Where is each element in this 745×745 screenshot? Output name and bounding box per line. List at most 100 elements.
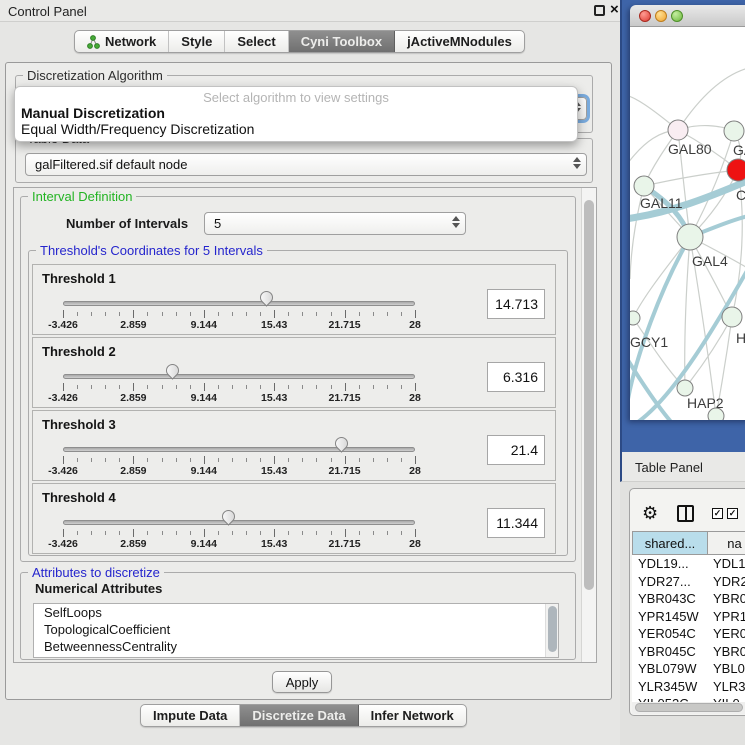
threshold-value-field[interactable]: 21.4: [487, 435, 545, 465]
tab-cyni-toolbox[interactable]: Cyni Toolbox: [289, 31, 395, 52]
slider-track[interactable]: [63, 374, 415, 379]
tick-mark: [162, 531, 163, 535]
checkbox-checked-icon[interactable]: ✓: [727, 508, 738, 519]
table-column-header[interactable]: shared...: [632, 531, 708, 555]
settings-scrollbar[interactable]: [581, 188, 596, 662]
scale-label: 15.43: [261, 319, 287, 331]
slider-track[interactable]: [63, 447, 415, 452]
node-red-selected[interactable]: [727, 159, 745, 181]
tick-mark: [316, 312, 317, 316]
tab-impute-data[interactable]: Impute Data: [141, 705, 240, 726]
apply-button-label: Apply: [286, 675, 319, 690]
tick-mark: [218, 312, 219, 316]
threshold-label: Threshold 3: [42, 417, 116, 432]
numerical-attributes-list[interactable]: SelfLoopsTopologicalCoefficientBetweenne…: [33, 603, 559, 658]
num-intervals-label: Number of Intervals: [66, 216, 188, 231]
slider-scale: -3.4262.8599.14415.4321.71528: [63, 465, 415, 477]
table-row[interactable]: YPR145WYPR1: [632, 608, 745, 626]
node-h[interactable]: [722, 307, 742, 327]
table-row[interactable]: YBL079WYBL0: [632, 660, 745, 678]
table-row[interactable]: YDL19...YDL1: [632, 555, 745, 573]
slider-scale: -3.4262.8599.14415.4321.71528: [63, 392, 415, 404]
network-canvas[interactable]: GAL80GACGAL11GAL4GCY1HHAP2: [630, 27, 745, 420]
num-intervals-combo[interactable]: 5: [204, 212, 466, 235]
checkbox-checked-icon[interactable]: ✓: [712, 508, 723, 519]
tab-discretize-data[interactable]: Discretize Data: [240, 705, 358, 726]
tick-mark: [119, 385, 120, 389]
threshold-value-field[interactable]: 14.713: [487, 289, 545, 319]
tick-mark: [415, 310, 416, 318]
tick-mark: [147, 385, 148, 389]
float-window-icon[interactable]: [594, 5, 605, 16]
table-row[interactable]: YDR27...YDR2: [632, 573, 745, 591]
tick-mark: [373, 458, 374, 462]
tick-mark: [91, 531, 92, 535]
tick-mark: [316, 385, 317, 389]
node-gcy1[interactable]: [630, 311, 640, 325]
threshold-value-field[interactable]: 6.316: [487, 362, 545, 392]
zoom-traffic-light-icon[interactable]: [671, 10, 683, 22]
scale-label: 2.859: [120, 392, 146, 404]
node-gal80[interactable]: [668, 120, 688, 140]
split-columns-icon[interactable]: [677, 505, 694, 522]
attributes-scrollbar[interactable]: [545, 604, 558, 657]
table-cell: YBR043C: [632, 590, 708, 608]
apply-button[interactable]: Apply: [272, 671, 332, 693]
table-panel-window: ⚙ ✓ ✓ shared...na YDL19...YDL1YDR27...YD…: [629, 488, 745, 716]
tick-mark: [232, 531, 233, 535]
slider-track[interactable]: [63, 301, 415, 306]
node-gal4[interactable]: [677, 224, 703, 250]
table-horizontal-scrollbar[interactable]: [632, 702, 745, 714]
threshold-value-field[interactable]: 11.344: [487, 508, 545, 538]
tick-mark: [401, 312, 402, 316]
node-gal11[interactable]: [634, 176, 654, 196]
table-cell: YBL079W: [632, 660, 708, 678]
table-row[interactable]: YBR045CYBR0: [632, 643, 745, 661]
tick-mark: [246, 531, 247, 535]
tick-mark: [401, 385, 402, 389]
slider-track[interactable]: [63, 520, 415, 525]
tab-infer-network[interactable]: Infer Network: [359, 705, 466, 726]
dropdown-option[interactable]: Equal Width/Frequency Discretization: [15, 121, 577, 137]
table-column-header[interactable]: na: [708, 531, 745, 555]
tick-mark: [401, 458, 402, 462]
network-window-titlebar: [630, 5, 745, 27]
tick-mark: [63, 456, 64, 464]
table-cell: YER0: [708, 625, 745, 643]
table-row[interactable]: YLR345WYLR3: [632, 678, 745, 696]
node-hap2[interactable]: [677, 380, 693, 396]
tick-mark: [232, 458, 233, 462]
scale-label: -3.426: [48, 392, 78, 404]
close-icon[interactable]: ×: [610, 2, 619, 18]
scale-label: 28: [409, 319, 421, 331]
tick-mark: [105, 312, 106, 316]
threshold-box: Threshold 2-3.4262.8599.14415.4321.71528…: [32, 337, 556, 408]
control-panel-titlebar: Control Panel ×: [0, 0, 620, 22]
node-attribute-table[interactable]: shared...na YDL19...YDL1YDR27...YDR2YBR0…: [632, 531, 745, 703]
node-ga[interactable]: [724, 121, 744, 141]
table-data-combo[interactable]: galFiltered.sif default node: [25, 153, 587, 176]
node-label: GAL4: [692, 253, 728, 269]
table-panel-title: Table Panel: [635, 460, 703, 475]
table-row[interactable]: YBR043CYBR0: [632, 590, 745, 608]
tick-mark: [274, 456, 275, 464]
tick-mark: [373, 385, 374, 389]
attributes-group: Numerical Attributes SelfLoopsTopologica…: [20, 572, 576, 660]
tab-select[interactable]: Select: [225, 31, 288, 52]
tick-mark: [91, 385, 92, 389]
gear-icon[interactable]: ⚙: [642, 504, 658, 522]
minimize-traffic-light-icon[interactable]: [655, 10, 667, 22]
attribute-list-item[interactable]: BetweennessCentrality: [34, 638, 558, 655]
tab-jactivemnodules[interactable]: jActiveMNodules: [395, 31, 524, 52]
table-row[interactable]: YER054CYER0: [632, 625, 745, 643]
tick-mark: [359, 385, 360, 389]
close-traffic-light-icon[interactable]: [639, 10, 651, 22]
tab-style[interactable]: Style: [169, 31, 225, 52]
dropdown-option[interactable]: Manual Discretization: [15, 105, 577, 121]
tick-mark: [387, 312, 388, 316]
attributes-group-title: Attributes to discretize: [28, 566, 164, 579]
attribute-list-item[interactable]: TopologicalCoefficient: [34, 621, 558, 638]
tick-mark: [359, 458, 360, 462]
tab-network[interactable]: Network: [75, 31, 169, 52]
attribute-list-item[interactable]: SelfLoops: [34, 604, 558, 621]
